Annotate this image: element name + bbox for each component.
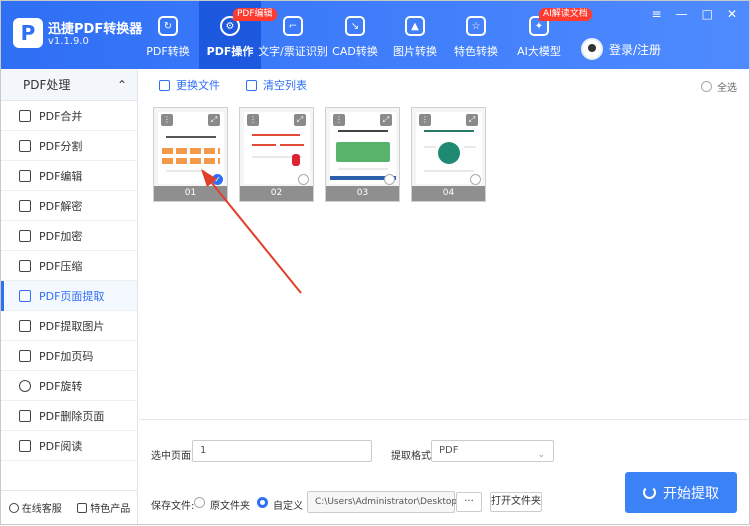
- save-label: 保存文件:: [151, 501, 195, 512]
- custom-label: 自定义: [273, 501, 303, 512]
- pages-input[interactable]: 1: [192, 440, 372, 462]
- start-extract-label: 开始提取: [663, 485, 719, 502]
- pages-label: 选中页面:: [151, 451, 195, 462]
- radio-source-folder[interactable]: [194, 497, 205, 508]
- format-label: 提取格式:: [391, 451, 435, 462]
- chevron-down-icon: ⌄: [537, 450, 545, 460]
- extract-options: 选中页面: 1 提取格式: PDF ⌄ 保存文件: 原文件夹 自定义 C:\Us…: [139, 419, 749, 524]
- open-folder-button[interactable]: 打开文件夹: [490, 492, 542, 512]
- source-folder-label: 原文件夹: [210, 501, 250, 512]
- start-extract-button[interactable]: 开始提取: [625, 472, 737, 513]
- app-window: P 迅捷PDF转换器 v1.1.9.0 ↻ PDF转换 PDF编辑 ⚙ PDF操…: [0, 0, 750, 525]
- refresh-icon: [643, 486, 656, 499]
- radio-custom[interactable]: [257, 497, 268, 508]
- browse-button[interactable]: ···: [456, 492, 482, 512]
- format-select[interactable]: PDF ⌄: [431, 440, 554, 462]
- format-value: PDF: [439, 445, 459, 456]
- save-path-input[interactable]: C:\Users\Administrator\Desktop: [307, 491, 457, 513]
